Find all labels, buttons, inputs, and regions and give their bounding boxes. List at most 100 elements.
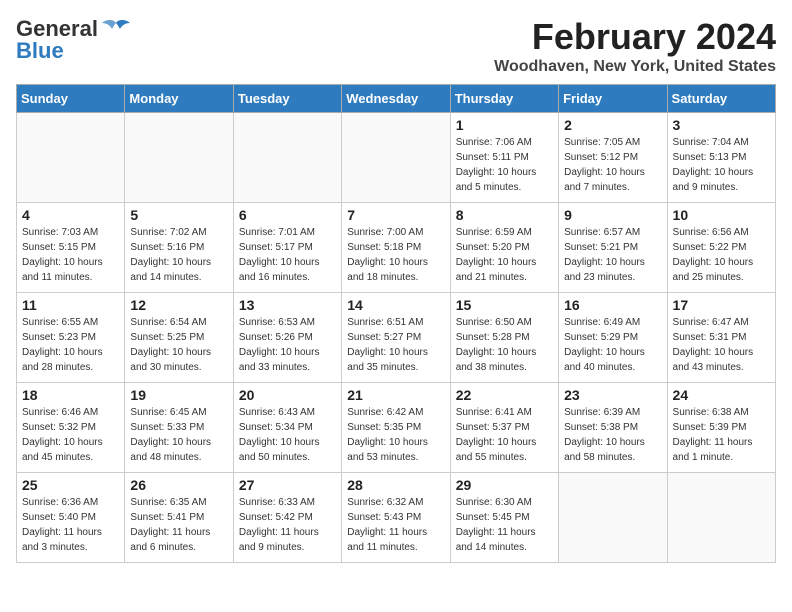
day-info: Sunrise: 6:54 AM Sunset: 5:25 PM Dayligh… [130,315,227,375]
logo-blue-text: Blue [16,38,64,64]
day-number: 10 [673,207,770,223]
day-number: 6 [239,207,336,223]
table-row: 16 Sunrise: 6:49 AM Sunset: 5:29 PM Dayli… [559,293,667,383]
day-number: 13 [239,297,336,313]
table-row: 14 Sunrise: 6:51 AM Sunset: 5:27 PM Dayli… [342,293,450,383]
table-row: 9 Sunrise: 6:57 AM Sunset: 5:21 PM Daylig… [559,203,667,293]
day-number: 8 [456,207,553,223]
day-info: Sunrise: 6:56 AM Sunset: 5:22 PM Dayligh… [673,225,770,285]
table-row: 17Sunrise: 6:47 AM Sunset: 5:31 PM Dayli… [667,293,775,383]
day-number: 9 [564,207,661,223]
day-number: 3 [673,117,770,133]
table-row: 25 Sunrise: 6:36 AM Sunset: 5:40 PM Dayli… [17,473,125,563]
day-number: 18 [22,387,119,403]
table-row: 19 Sunrise: 6:45 AM Sunset: 5:33 PM Dayli… [125,383,233,473]
day-number: 29 [456,477,553,493]
table-row: 20 Sunrise: 6:43 AM Sunset: 5:34 PM Dayli… [233,383,341,473]
day-info: Sunrise: 6:47 AM Sunset: 5:31 PM Dayligh… [673,315,770,375]
day-info: Sunrise: 7:01 AM Sunset: 5:17 PM Dayligh… [239,225,336,285]
day-info: Sunrise: 7:02 AM Sunset: 5:16 PM Dayligh… [130,225,227,285]
day-info: Sunrise: 6:51 AM Sunset: 5:27 PM Dayligh… [347,315,444,375]
day-info: Sunrise: 6:33 AM Sunset: 5:42 PM Dayligh… [239,495,336,555]
day-number: 4 [22,207,119,223]
table-row [342,113,450,203]
table-row: 26Sunrise: 6:35 AM Sunset: 5:41 PM Dayli… [125,473,233,563]
calendar-table: Sunday Monday Tuesday Wednesday Thursday… [16,84,776,563]
day-info: Sunrise: 7:06 AM Sunset: 5:11 PM Dayligh… [456,135,553,195]
day-info: Sunrise: 6:36 AM Sunset: 5:40 PM Dayligh… [22,495,119,555]
table-row: 7 Sunrise: 7:00 AM Sunset: 5:18 PM Daylig… [342,203,450,293]
logo-bird-icon [102,19,130,39]
table-row: 13 Sunrise: 6:53 AM Sunset: 5:26 PM Dayli… [233,293,341,383]
logo: General Blue [16,16,130,64]
col-thursday: Thursday [450,85,558,113]
day-info: Sunrise: 7:00 AM Sunset: 5:18 PM Dayligh… [347,225,444,285]
day-info: Sunrise: 7:03 AM Sunset: 5:15 PM Dayligh… [22,225,119,285]
day-info: Sunrise: 6:43 AM Sunset: 5:34 PM Dayligh… [239,405,336,465]
day-number: 27 [239,477,336,493]
day-info: Sunrise: 6:39 AM Sunset: 5:38 PM Dayligh… [564,405,661,465]
table-row [667,473,775,563]
day-info: Sunrise: 7:04 AM Sunset: 5:13 PM Dayligh… [673,135,770,195]
calendar-subtitle: Woodhaven, New York, United States [494,58,776,76]
table-row: 23 Sunrise: 6:39 AM Sunset: 5:38 PM Dayli… [559,383,667,473]
day-info: Sunrise: 6:53 AM Sunset: 5:26 PM Dayligh… [239,315,336,375]
day-info: Sunrise: 6:30 AM Sunset: 5:45 PM Dayligh… [456,495,553,555]
table-row [125,113,233,203]
day-info: Sunrise: 6:46 AM Sunset: 5:32 PM Dayligh… [22,405,119,465]
day-number: 28 [347,477,444,493]
day-info: Sunrise: 6:41 AM Sunset: 5:37 PM Dayligh… [456,405,553,465]
day-info: Sunrise: 6:32 AM Sunset: 5:43 PM Dayligh… [347,495,444,555]
day-number: 20 [239,387,336,403]
table-row: 12Sunrise: 6:54 AM Sunset: 5:25 PM Dayli… [125,293,233,383]
day-info: Sunrise: 7:05 AM Sunset: 5:12 PM Dayligh… [564,135,661,195]
day-number: 11 [22,297,119,313]
table-row: 10 Sunrise: 6:56 AM Sunset: 5:22 PM Dayli… [667,203,775,293]
day-info: Sunrise: 6:38 AM Sunset: 5:39 PM Dayligh… [673,405,770,465]
day-number: 25 [22,477,119,493]
table-row: 28 Sunrise: 6:32 AM Sunset: 5:43 PM Dayli… [342,473,450,563]
day-info: Sunrise: 6:50 AM Sunset: 5:28 PM Dayligh… [456,315,553,375]
day-number: 2 [564,117,661,133]
day-number: 22 [456,387,553,403]
table-row: 5 Sunrise: 7:02 AM Sunset: 5:16 PM Daylig… [125,203,233,293]
day-number: 21 [347,387,444,403]
day-number: 16 [564,297,661,313]
day-number: 1 [456,117,553,133]
table-row: 11Sunrise: 6:55 AM Sunset: 5:23 PM Dayli… [17,293,125,383]
table-row: 27 Sunrise: 6:33 AM Sunset: 5:42 PM Dayli… [233,473,341,563]
col-tuesday: Tuesday [233,85,341,113]
day-info: Sunrise: 6:49 AM Sunset: 5:29 PM Dayligh… [564,315,661,375]
table-row: 15Sunrise: 6:50 AM Sunset: 5:28 PM Dayli… [450,293,558,383]
day-info: Sunrise: 6:57 AM Sunset: 5:21 PM Dayligh… [564,225,661,285]
day-number: 7 [347,207,444,223]
day-number: 23 [564,387,661,403]
day-number: 5 [130,207,227,223]
page-header: General Blue February 2024 Woodhaven, Ne… [16,16,776,76]
table-row: 6 Sunrise: 7:01 AM Sunset: 5:17 PM Daylig… [233,203,341,293]
table-row: 3 Sunrise: 7:04 AM Sunset: 5:13 PM Daylig… [667,113,775,203]
calendar-week-row: 11Sunrise: 6:55 AM Sunset: 5:23 PM Dayli… [17,293,776,383]
table-row [233,113,341,203]
calendar-week-row: 1 Sunrise: 7:06 AM Sunset: 5:11 PM Daylig… [17,113,776,203]
calendar-title: February 2024 [494,16,776,58]
day-number: 14 [347,297,444,313]
table-row: 8 Sunrise: 6:59 AM Sunset: 5:20 PM Daylig… [450,203,558,293]
col-friday: Friday [559,85,667,113]
col-sunday: Sunday [17,85,125,113]
table-row: 4 Sunrise: 7:03 AM Sunset: 5:15 PM Daylig… [17,203,125,293]
table-row: 21Sunrise: 6:42 AM Sunset: 5:35 PM Dayli… [342,383,450,473]
day-number: 19 [130,387,227,403]
day-info: Sunrise: 6:35 AM Sunset: 5:41 PM Dayligh… [130,495,227,555]
calendar-week-row: 25 Sunrise: 6:36 AM Sunset: 5:40 PM Dayli… [17,473,776,563]
day-number: 24 [673,387,770,403]
day-info: Sunrise: 6:59 AM Sunset: 5:20 PM Dayligh… [456,225,553,285]
col-saturday: Saturday [667,85,775,113]
col-monday: Monday [125,85,233,113]
title-block: February 2024 Woodhaven, New York, Unite… [494,16,776,76]
table-row: 2 Sunrise: 7:05 AM Sunset: 5:12 PM Daylig… [559,113,667,203]
table-row: 18 Sunrise: 6:46 AM Sunset: 5:32 PM Dayli… [17,383,125,473]
calendar-header-row: Sunday Monday Tuesday Wednesday Thursday… [17,85,776,113]
day-info: Sunrise: 6:45 AM Sunset: 5:33 PM Dayligh… [130,405,227,465]
calendar-week-row: 18 Sunrise: 6:46 AM Sunset: 5:32 PM Dayli… [17,383,776,473]
